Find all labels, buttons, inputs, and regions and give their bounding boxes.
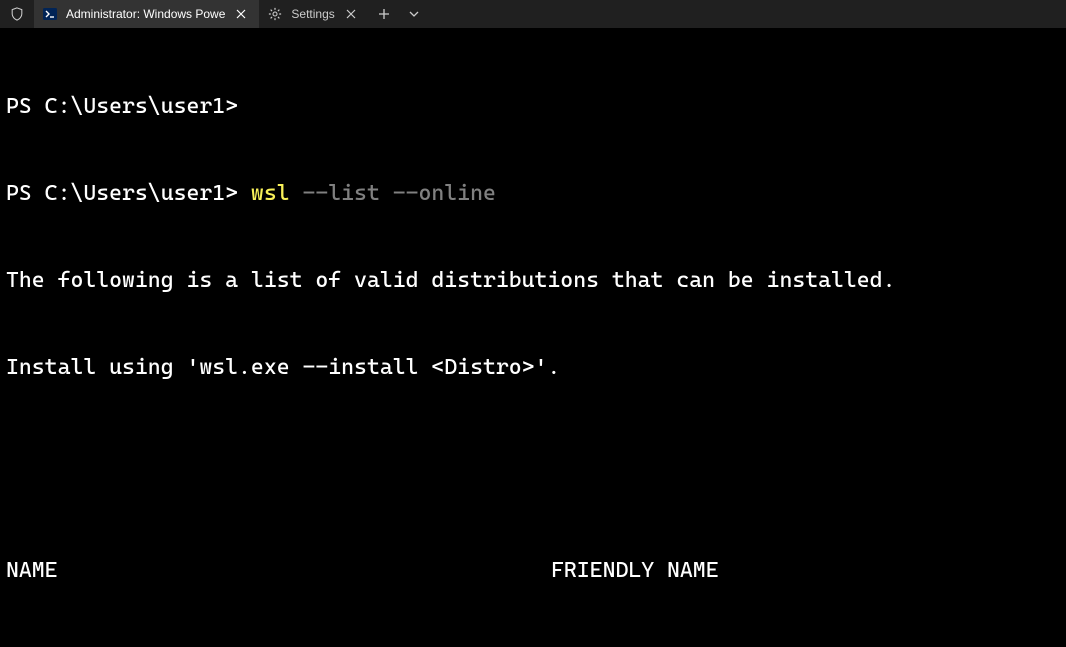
tab-powershell[interactable]: Administrator: Windows Powe: [34, 0, 259, 28]
shield-icon: [0, 0, 34, 28]
tab-title: Administrator: Windows Powe: [66, 7, 225, 21]
header-name: NAME: [6, 556, 551, 585]
header-friendly: FRIENDLY NAME: [551, 556, 1060, 585]
new-tab-button[interactable]: [369, 0, 399, 28]
prompt: PS C:\Users\user1>: [6, 181, 251, 206]
titlebar: Administrator: Windows Powe Settings: [0, 0, 1066, 28]
gear-icon: [267, 6, 283, 22]
output-line: The following is a list of valid distrib…: [6, 266, 1060, 295]
command-args: --list --online: [290, 181, 496, 206]
close-icon[interactable]: [343, 6, 359, 22]
table-header: NAME FRIENDLY NAME: [6, 556, 1060, 585]
tab-title: Settings: [291, 7, 334, 21]
powershell-icon: [42, 6, 58, 22]
tab-dropdown-button[interactable]: [399, 0, 429, 28]
tab-settings[interactable]: Settings: [259, 0, 368, 28]
close-icon[interactable]: [233, 6, 249, 22]
prompt: PS C:\Users\user1>: [6, 94, 238, 119]
output-line: Install using 'wsl.exe --install <Distro…: [6, 353, 1060, 382]
terminal-output[interactable]: PS C:\Users\user1> PS C:\Users\user1> ws…: [0, 28, 1066, 647]
command-exe: wsl: [251, 181, 290, 206]
